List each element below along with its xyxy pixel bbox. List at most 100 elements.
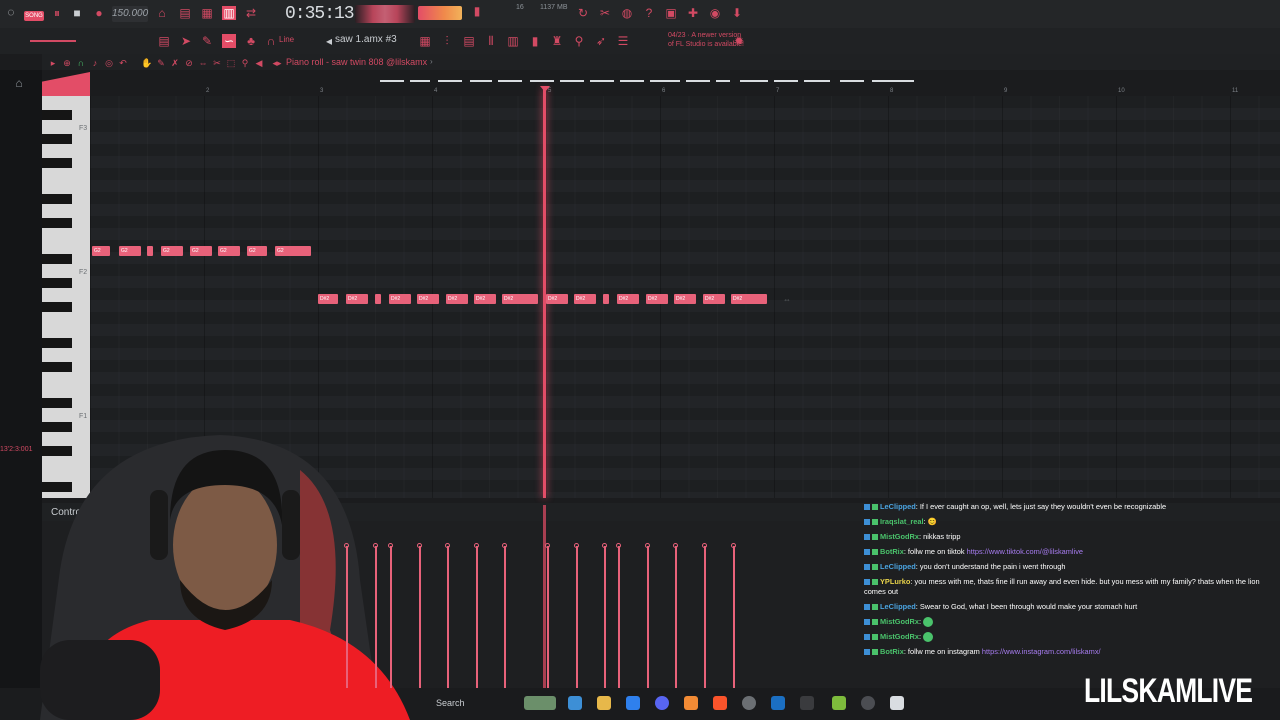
- midi-note[interactable]: D#2: [389, 294, 411, 304]
- midi-note[interactable]: D#2: [446, 294, 468, 304]
- channel-rack-icon[interactable]: ▦: [418, 34, 432, 48]
- plugin-icon[interactable]: ✚: [686, 6, 700, 20]
- blend-icon[interactable]: ▦: [200, 6, 214, 20]
- tool-slip-icon[interactable]: ⇔: [196, 56, 210, 70]
- midi-note[interactable]: D#2: [417, 294, 439, 304]
- black-key[interactable]: [42, 362, 72, 372]
- velocity-bar[interactable]: [388, 543, 393, 688]
- midi-note[interactable]: G2: [161, 246, 183, 256]
- midi-note[interactable]: D#2: [574, 294, 596, 304]
- arrow-right-icon[interactable]: ➤: [179, 34, 193, 48]
- midi-note[interactable]: D#2: [318, 294, 338, 304]
- wand-icon[interactable]: ⚲: [572, 34, 586, 48]
- black-key[interactable]: [42, 194, 72, 204]
- save-icon[interactable]: ▣: [664, 6, 678, 20]
- tool-pencil-icon[interactable]: ✋: [140, 56, 154, 70]
- midi-note[interactable]: G2: [275, 246, 311, 256]
- velocity-bar[interactable]: [502, 543, 507, 688]
- stamp-icon[interactable]: ♣: [244, 34, 258, 48]
- midi-note[interactable]: D#2: [546, 294, 568, 304]
- browser-icon[interactable]: ⫴: [484, 34, 498, 48]
- velocity-bar[interactable]: [702, 543, 707, 688]
- mixer-icon[interactable]: ⫶: [440, 34, 454, 48]
- chat-username[interactable]: LeClipped: [880, 602, 916, 611]
- countdown-icon[interactable]: ▤: [178, 6, 192, 20]
- layers-icon[interactable]: [832, 696, 846, 710]
- midi-note[interactable]: D#2: [703, 294, 725, 304]
- midi-note[interactable]: G2: [190, 246, 212, 256]
- tool-mute-icon[interactable]: ⊘: [182, 56, 196, 70]
- download-icon[interactable]: ⬇: [730, 6, 744, 20]
- chat-username[interactable]: MistGodRx: [880, 632, 919, 641]
- black-key[interactable]: [42, 302, 72, 312]
- pitch-icon[interactable]: ▮: [470, 4, 484, 18]
- record-panel-icon[interactable]: ▮: [528, 34, 542, 48]
- chat-username[interactable]: LeClipped: [880, 502, 916, 511]
- tool-zoom-icon[interactable]: ⚲: [238, 56, 252, 70]
- black-key[interactable]: [42, 254, 72, 264]
- pencil-icon[interactable]: ✎: [200, 34, 214, 48]
- chat-username[interactable]: MistGodRx: [880, 532, 919, 541]
- close-title-icon[interactable]: ›: [430, 57, 433, 66]
- chat-username[interactable]: YPLurko: [880, 577, 910, 586]
- chat-username[interactable]: Iraqslat_real: [880, 517, 924, 526]
- pattern-arrow-icon[interactable]: ◂: [322, 34, 336, 48]
- tool-play-icon[interactable]: ♪: [88, 56, 102, 70]
- piano-roll-icon[interactable]: ▤: [462, 34, 476, 48]
- list-icon[interactable]: ☰: [616, 34, 630, 48]
- pin-icon[interactable]: ⌂: [12, 76, 26, 90]
- velocity-bar[interactable]: [574, 543, 579, 688]
- tempo-display[interactable]: 150.000: [112, 6, 148, 22]
- chat-username[interactable]: BotRix: [880, 647, 904, 656]
- undo-icon[interactable]: ↻: [576, 6, 590, 20]
- tuner-icon[interactable]: ♜: [550, 34, 564, 48]
- options-arrow-icon[interactable]: ▸: [46, 56, 60, 70]
- pause-icon[interactable]: ⏸: [50, 6, 64, 20]
- taskbar-search[interactable]: Search: [436, 698, 465, 708]
- menu-icon[interactable]: ◌: [4, 5, 18, 19]
- tool-undo-icon[interactable]: ↶: [116, 56, 130, 70]
- tool-magnet-icon[interactable]: ⊕: [60, 56, 74, 70]
- midi-note[interactable]: G2: [247, 246, 267, 256]
- midi-note[interactable]: D#2: [346, 294, 368, 304]
- chat-username[interactable]: MistGodRx: [880, 617, 919, 626]
- midi-note[interactable]: G2: [218, 246, 240, 256]
- midi-note[interactable]: [375, 294, 381, 304]
- obs-icon[interactable]: [742, 696, 756, 710]
- record-icon[interactable]: ●: [92, 6, 106, 20]
- velocity-bar[interactable]: [673, 543, 678, 688]
- settings-icon[interactable]: ✹: [732, 34, 746, 48]
- timeline-ruler[interactable]: [42, 70, 1280, 96]
- tool-delete-icon[interactable]: ✗: [168, 56, 182, 70]
- midi-note[interactable]: D#2: [617, 294, 639, 304]
- playhead-marker[interactable]: [540, 86, 550, 92]
- help-icon[interactable]: ?: [642, 6, 656, 20]
- snap-icon[interactable]: ∽: [222, 34, 236, 48]
- playhead[interactable]: [543, 88, 546, 498]
- velocity-bar[interactable]: [645, 543, 650, 688]
- discord-icon[interactable]: [655, 696, 669, 710]
- black-key[interactable]: [42, 338, 72, 348]
- velocity-bar[interactable]: [344, 543, 349, 688]
- chat-icon[interactable]: ◉: [708, 6, 722, 20]
- midi-note[interactable]: [603, 294, 609, 304]
- app-icon[interactable]: [800, 696, 814, 710]
- metronome-icon[interactable]: ⌂: [155, 6, 169, 20]
- midi-note[interactable]: D#2: [731, 294, 767, 304]
- fl-studio-icon[interactable]: [684, 696, 698, 710]
- velocity-bar[interactable]: [616, 543, 621, 688]
- tool-record-icon[interactable]: ◎: [102, 56, 116, 70]
- arrow-icon[interactable]: ➶: [594, 34, 608, 48]
- brave-icon[interactable]: [713, 696, 727, 710]
- velocity-bar[interactable]: [445, 543, 450, 688]
- velocity-bar[interactable]: [373, 543, 378, 688]
- tool-select-icon[interactable]: ⬚: [224, 56, 238, 70]
- typing-keyboard-icon[interactable]: ▥: [222, 6, 236, 20]
- tool-paint-icon[interactable]: ✎: [154, 56, 168, 70]
- capture-icon[interactable]: [861, 696, 875, 710]
- file-explorer-icon[interactable]: [597, 696, 611, 710]
- playlist-icon[interactable]: ▤: [157, 34, 171, 48]
- chat-username[interactable]: BotRix: [880, 547, 904, 556]
- tool-slice-icon[interactable]: ✂: [210, 56, 224, 70]
- midi-note[interactable]: D#2: [502, 294, 538, 304]
